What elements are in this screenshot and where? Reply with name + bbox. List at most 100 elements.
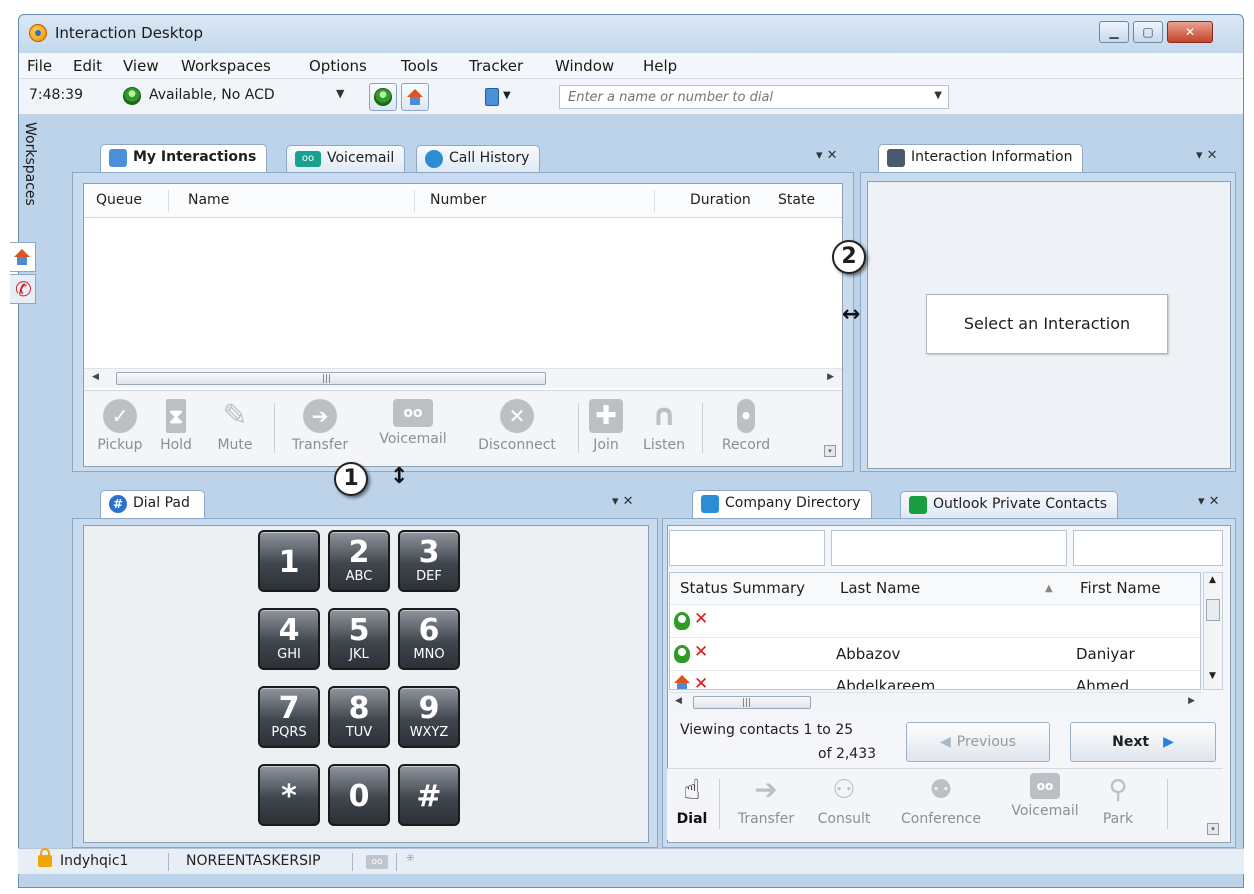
home-button[interactable] bbox=[401, 83, 429, 111]
panel-menu-icon[interactable]: ▾ ✕ bbox=[612, 494, 634, 509]
col-duration[interactable]: Duration bbox=[690, 192, 751, 208]
park-button[interactable]: ⚲ Park bbox=[1093, 773, 1143, 827]
tab-my-interactions[interactable]: My Interactions bbox=[100, 144, 268, 172]
dialpad-key-7[interactable]: 7 PQRS bbox=[258, 686, 320, 748]
dial-button[interactable]: ☝ Dial bbox=[671, 773, 713, 827]
tab-voicemail[interactable]: oo Voicemail bbox=[286, 145, 406, 172]
table-row[interactable]: ✕ Abdelkareem Ahmed bbox=[670, 671, 1200, 689]
join-button[interactable]: ✚ Join bbox=[584, 399, 628, 453]
col-state[interactable]: State bbox=[778, 192, 815, 208]
menu-file[interactable]: File bbox=[27, 57, 52, 75]
close-button[interactable]: ✕ bbox=[1167, 21, 1213, 43]
workspace-home-tab[interactable] bbox=[10, 242, 36, 272]
menu-tracker[interactable]: Tracker bbox=[469, 57, 523, 75]
conference-icon: ⚉ bbox=[929, 775, 953, 805]
record-button[interactable]: • Record bbox=[710, 399, 782, 453]
filter-status[interactable] bbox=[669, 530, 825, 566]
interactions-tabbar: My Interactions oo Voicemail Call Histor… bbox=[82, 144, 858, 174]
tab-dial-pad[interactable]: # Dial Pad bbox=[100, 490, 205, 518]
document-icon[interactable] bbox=[485, 88, 499, 106]
dialpad-key-0[interactable]: 0 bbox=[328, 764, 390, 826]
directory-vscrollbar[interactable]: ▲ ▼ bbox=[1203, 572, 1223, 690]
voicemail-status-icon[interactable]: oo bbox=[366, 855, 388, 869]
scroll-left-icon[interactable]: ◀ bbox=[92, 372, 99, 382]
dialpad-key-hash[interactable]: # bbox=[398, 764, 460, 826]
tab-outlook-private-contacts[interactable]: Outlook Private Contacts bbox=[900, 491, 1118, 518]
col-queue[interactable]: Queue bbox=[96, 192, 142, 208]
dial-input[interactable] bbox=[560, 86, 920, 108]
maximize-button[interactable]: ▢ bbox=[1133, 21, 1163, 43]
consult-button[interactable]: ⚇ Consult bbox=[811, 773, 877, 827]
hourglass-icon: ⧗ bbox=[166, 399, 186, 433]
dial-dropdown-icon[interactable]: ▼ bbox=[934, 90, 942, 101]
directory-hscrollbar[interactable]: ◀ ||| ▶ bbox=[669, 692, 1201, 712]
scroll-thumb[interactable] bbox=[1206, 599, 1220, 621]
conference-button[interactable]: ⚉ Conference bbox=[885, 773, 997, 827]
previous-button[interactable]: ◀ Previous bbox=[906, 722, 1050, 762]
scroll-left-icon[interactable]: ◀ bbox=[675, 696, 682, 706]
pickup-button[interactable]: ✓ Pickup bbox=[90, 399, 150, 453]
col-number[interactable]: Number bbox=[430, 192, 486, 208]
title-bar[interactable]: Interaction Desktop ▁ ▢ ✕ bbox=[19, 15, 1243, 53]
scroll-thumb[interactable]: ||| bbox=[116, 372, 546, 385]
disconnect-button[interactable]: ✕ Disconnect bbox=[468, 399, 566, 453]
workspace-phone-tab[interactable]: ✆ bbox=[10, 274, 36, 304]
dialpad-key-1[interactable]: 1 bbox=[258, 530, 320, 592]
transfer-icon: ➔ bbox=[754, 773, 778, 806]
scroll-thumb[interactable]: ||| bbox=[693, 696, 811, 709]
panel-menu-icon[interactable]: ▾ ✕ bbox=[1196, 148, 1218, 163]
overflow-icon[interactable]: ▾ bbox=[1207, 823, 1219, 835]
dialpad-key-6[interactable]: 6 MNO bbox=[398, 608, 460, 670]
voicemail-button[interactable]: oo Voicemail bbox=[368, 399, 458, 447]
dialpad-key-2[interactable]: 2 ABC bbox=[328, 530, 390, 592]
dialpad-key-8[interactable]: 8 TUV bbox=[328, 686, 390, 748]
dial-input-box[interactable]: ▼ bbox=[559, 85, 949, 109]
panel-menu-icon[interactable]: ▾ ✕ bbox=[816, 148, 838, 163]
hold-button[interactable]: ⧗ Hold bbox=[154, 399, 198, 453]
listen-button[interactable]: ∩ Listen bbox=[636, 399, 692, 454]
dialpad-key-5[interactable]: 5 JKL bbox=[328, 608, 390, 670]
table-row[interactable]: ✕ Abbazov Daniyar bbox=[670, 639, 1200, 671]
dialpad-key-star[interactable]: * bbox=[258, 764, 320, 826]
next-button[interactable]: Next ▶ bbox=[1070, 722, 1216, 762]
transfer-button[interactable]: ➔ Transfer bbox=[282, 399, 358, 453]
interactions-hscrollbar[interactable]: ◀ ||| ▶ bbox=[84, 368, 842, 388]
dialpad-key-3[interactable]: 3 DEF bbox=[398, 530, 460, 592]
dialpad-key-4[interactable]: 4 GHI bbox=[258, 608, 320, 670]
menu-window[interactable]: Window bbox=[555, 57, 614, 75]
col-status-summary[interactable]: Status Summary bbox=[680, 579, 805, 597]
menu-workspaces[interactable]: Workspaces bbox=[181, 57, 271, 75]
col-last-name[interactable]: Last Name bbox=[840, 579, 920, 597]
minimize-button[interactable]: ▁ bbox=[1099, 21, 1129, 43]
status-button[interactable] bbox=[369, 83, 397, 111]
menu-view[interactable]: View bbox=[123, 57, 159, 75]
scroll-down-icon[interactable]: ▼ bbox=[1209, 671, 1216, 681]
overflow-icon[interactable]: ▾ bbox=[824, 445, 836, 457]
status-selector[interactable]: Available, No ACD bbox=[149, 87, 275, 103]
status-dropdown-icon[interactable]: ▼ bbox=[336, 87, 344, 100]
menu-options[interactable]: Options bbox=[309, 57, 367, 75]
menu-tools[interactable]: Tools bbox=[401, 57, 438, 75]
transfer-button[interactable]: ➔ Transfer bbox=[727, 773, 805, 827]
filter-first-name[interactable] bbox=[1073, 530, 1223, 566]
callout-2: 2 bbox=[832, 240, 866, 274]
tab-interaction-information[interactable]: Interaction Information bbox=[878, 144, 1084, 172]
scroll-right-icon[interactable]: ▶ bbox=[1188, 696, 1195, 706]
dialpad-key-9[interactable]: 9 WXYZ bbox=[398, 686, 460, 748]
filter-last-name[interactable] bbox=[831, 530, 1067, 566]
menu-edit[interactable]: Edit bbox=[73, 57, 102, 75]
col-name[interactable]: Name bbox=[188, 192, 229, 208]
scroll-right-icon[interactable]: ▶ bbox=[827, 372, 834, 382]
document-dropdown-icon[interactable]: ▼ bbox=[503, 90, 511, 101]
voicemail-button[interactable]: oo Voicemail bbox=[1001, 773, 1089, 819]
panel-menu-icon[interactable]: ▾ ✕ bbox=[1198, 494, 1220, 509]
workspaces-label[interactable]: Workspaces bbox=[12, 120, 38, 230]
menu-help[interactable]: Help bbox=[643, 57, 677, 75]
col-first-name[interactable]: First Name bbox=[1080, 579, 1161, 597]
mute-button[interactable]: ✎ Mute bbox=[210, 399, 260, 454]
scroll-up-icon[interactable]: ▲ bbox=[1209, 575, 1216, 585]
interactions-table-header: Queue Name Number Duration State bbox=[84, 184, 842, 218]
tab-company-directory[interactable]: Company Directory bbox=[692, 490, 872, 518]
table-row[interactable]: ✕ bbox=[670, 606, 1200, 638]
tab-call-history[interactable]: Call History bbox=[416, 145, 541, 172]
